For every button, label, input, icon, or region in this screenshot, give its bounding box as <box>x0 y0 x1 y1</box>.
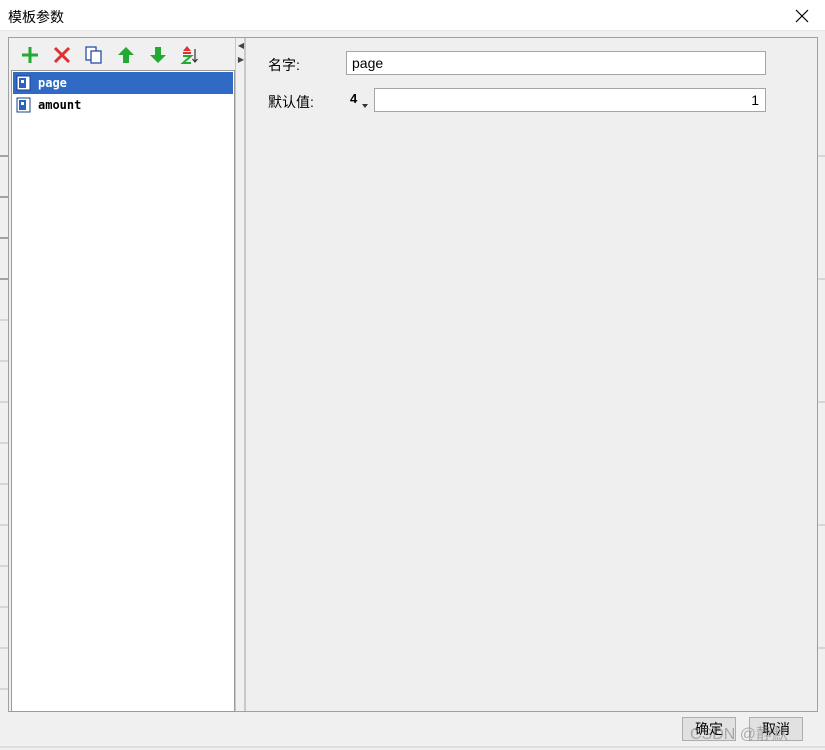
parameter-icon <box>16 97 31 113</box>
plus-icon <box>22 47 38 63</box>
parameter-list[interactable]: page amount <box>11 70 235 712</box>
arrow-up-icon <box>118 47 134 63</box>
parameter-label: amount <box>38 98 82 112</box>
name-label: 名字: <box>268 57 300 73</box>
parameter-editor: 名字: 默认值: 4 <box>245 38 817 711</box>
default-value-label: 默认值: <box>268 94 314 110</box>
dropdown-caret-icon <box>362 104 368 108</box>
parameter-label: page <box>38 76 67 90</box>
parameter-list-panel: page amount <box>11 40 235 712</box>
sort-az-icon <box>180 46 198 64</box>
copy-icon <box>85 46 102 64</box>
dialog-body: page amount ◀ ▶ 名字: 默认值: 4 <box>0 31 825 750</box>
title-bar: 模板参数 <box>0 0 825 31</box>
close-icon <box>795 9 809 22</box>
default-value-input[interactable] <box>374 88 766 112</box>
collapse-left-icon[interactable]: ◀ <box>237 40 245 50</box>
add-parameter-button[interactable] <box>19 44 41 66</box>
ok-button[interactable]: 确定 <box>682 717 736 741</box>
x-icon <box>53 46 71 64</box>
name-input[interactable] <box>346 51 766 75</box>
sort-button[interactable] <box>179 44 201 66</box>
panel-splitter[interactable]: ◀ ▶ <box>235 38 245 711</box>
window-title: 模板参数 <box>8 9 64 25</box>
cancel-button[interactable]: 取消 <box>749 717 803 741</box>
delete-parameter-button[interactable] <box>51 44 73 66</box>
copy-parameter-button[interactable] <box>83 44 105 66</box>
move-down-button[interactable] <box>147 44 169 66</box>
collapse-right-icon[interactable]: ▶ <box>237 54 245 64</box>
dialog-content: page amount ◀ ▶ 名字: 默认值: 4 <box>8 37 818 712</box>
arrow-down-icon <box>150 47 166 63</box>
parameter-toolbar <box>11 40 235 70</box>
parameter-item-amount[interactable]: amount <box>13 94 233 116</box>
parameter-item-page[interactable]: page <box>13 72 233 94</box>
parameter-icon <box>16 75 31 91</box>
close-button[interactable] <box>779 0 825 31</box>
value-type-indicator: 4 <box>350 91 358 106</box>
move-up-button[interactable] <box>115 44 137 66</box>
value-type-dropdown[interactable]: 4 <box>346 88 372 112</box>
